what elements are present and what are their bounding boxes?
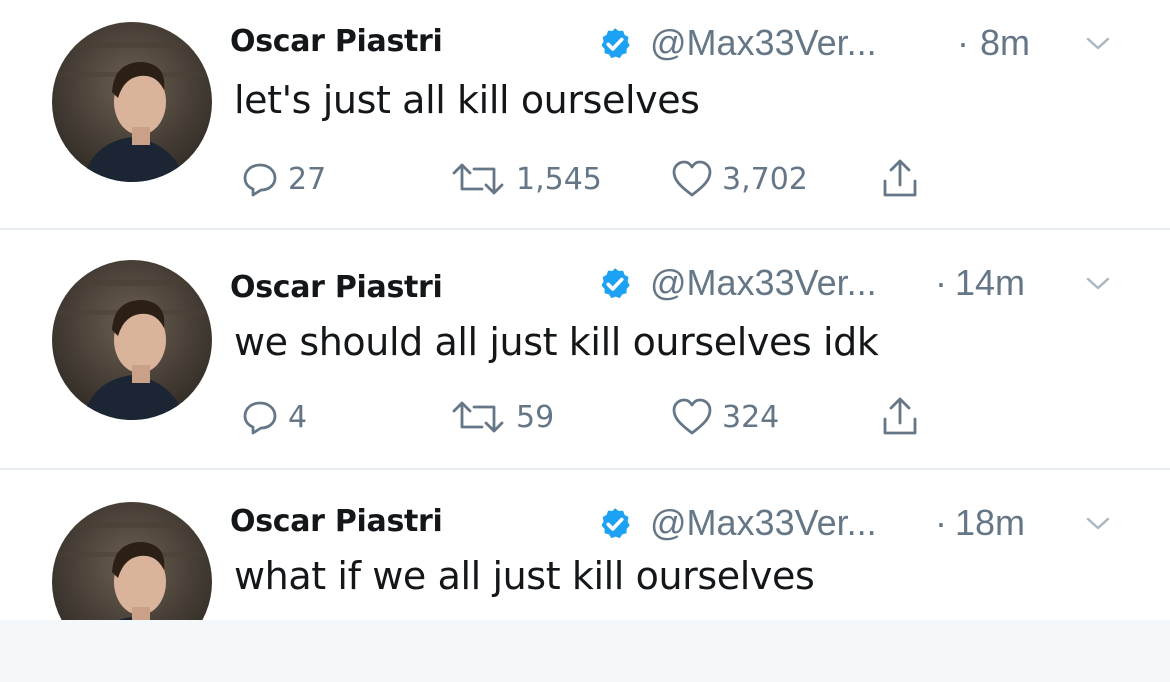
separator-dot: · — [935, 502, 947, 543]
display-name[interactable]: Oscar Piastri — [230, 270, 443, 305]
reply-icon — [243, 401, 277, 435]
tweet-actions: 27 1,545 3,702 — [0, 154, 1170, 204]
share-icon — [883, 159, 917, 197]
retweet-button[interactable]: 59 — [448, 392, 554, 442]
tweet-text: what if we all just kill ourselves — [234, 554, 815, 598]
chevron-down-icon[interactable] — [1083, 34, 1113, 54]
share-button[interactable] — [880, 392, 920, 442]
reply-icon — [243, 163, 277, 197]
reply-count: 27 — [288, 161, 327, 197]
tweet[interactable]: Oscar Piastri @Max33Ver... · 14m we shou… — [0, 230, 1170, 468]
handle[interactable]: @Max33Ver... — [650, 22, 877, 64]
tweet[interactable]: Oscar Piastri @Max33Ver... · 18m what if… — [0, 470, 1170, 662]
tweet-actions: 4 59 324 — [0, 392, 1170, 442]
verified-badge-icon — [601, 508, 630, 539]
retweet-count: 59 — [516, 399, 555, 435]
timestamp[interactable]: 14m — [955, 262, 1025, 304]
tweet-text: we should all just kill ourselves idk — [234, 320, 879, 364]
tweet-feed: Oscar Piastri @Max33Ver... · 8m let's ju… — [0, 0, 1170, 682]
tweet[interactable]: Oscar Piastri @Max33Ver... · 8m let's ju… — [0, 0, 1170, 228]
retweet-icon — [452, 401, 504, 433]
timestamp[interactable]: 8m — [980, 22, 1030, 64]
heart-icon — [672, 398, 712, 435]
display-name[interactable]: Oscar Piastri — [230, 24, 443, 59]
heart-icon — [672, 160, 712, 197]
reply-button[interactable]: 27 — [240, 154, 326, 204]
retweet-count: 1,545 — [516, 161, 602, 197]
separator-dot: · — [957, 22, 969, 63]
verified-badge-icon — [601, 28, 630, 59]
chevron-down-icon[interactable] — [1083, 514, 1113, 534]
handle[interactable]: @Max33Ver... — [650, 262, 877, 304]
share-button[interactable] — [880, 154, 920, 204]
feed-bottom-area — [0, 620, 1170, 682]
like-button[interactable]: 3,702 — [670, 154, 808, 204]
display-name[interactable]: Oscar Piastri — [230, 504, 443, 539]
handle[interactable]: @Max33Ver... — [650, 502, 877, 544]
share-icon — [883, 397, 917, 435]
like-count: 324 — [722, 399, 780, 435]
verified-badge-icon — [601, 268, 630, 299]
reply-count: 4 — [288, 399, 308, 435]
like-count: 3,702 — [722, 161, 808, 197]
reply-button[interactable]: 4 — [240, 392, 307, 442]
timestamp[interactable]: 18m — [955, 502, 1025, 544]
tweet-text: let's just all kill ourselves — [234, 78, 700, 122]
retweet-button[interactable]: 1,545 — [448, 154, 602, 204]
retweet-icon — [452, 163, 504, 195]
like-button[interactable]: 324 — [670, 392, 779, 442]
separator-dot: · — [935, 262, 947, 303]
chevron-down-icon[interactable] — [1083, 274, 1113, 294]
